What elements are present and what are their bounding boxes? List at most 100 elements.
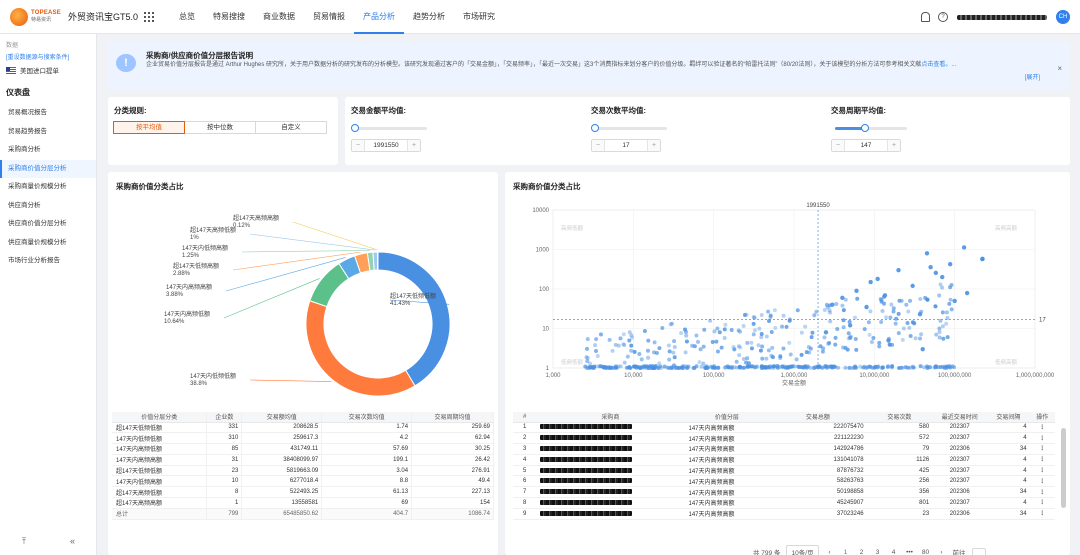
collapse-up-icon[interactable]: ⤒	[22, 536, 26, 547]
rt-buyer-cell[interactable]	[536, 508, 685, 520]
rt-header-0[interactable]: #	[513, 412, 537, 423]
sidebar-item-8[interactable]: 市场行业分析报告	[0, 252, 96, 271]
row-menu-icon[interactable]: ⋮	[1029, 497, 1055, 509]
notice-view-link[interactable]: 点击查看。...	[921, 62, 956, 68]
scatter-point-8[interactable]	[917, 312, 923, 317]
scatter-point-21[interactable]	[920, 346, 925, 352]
buyer-name-masked[interactable]	[540, 424, 633, 430]
scatter-point-13[interactable]	[830, 302, 835, 307]
rt-buyer-cell[interactable]	[536, 432, 685, 445]
row-menu-icon[interactable]: ⋮	[1029, 475, 1055, 488]
sidebar-item-5[interactable]: 供应商分析	[0, 197, 96, 216]
scatter-point-10[interactable]	[868, 279, 873, 285]
table-scrollbar[interactable]	[1061, 428, 1066, 508]
nav-item-1[interactable]: 特易搜搜	[204, 0, 254, 34]
pager-page-0[interactable]: 1	[841, 549, 851, 555]
rt-header-2[interactable]: 价值分层	[684, 412, 770, 423]
sidebar-item-0[interactable]: 贸易概况报告	[0, 104, 96, 123]
rule-option-0[interactable]: 按平均值	[113, 121, 185, 134]
rt-header-6[interactable]: 交易间隔	[987, 412, 1030, 423]
sidebar-item-3[interactable]: 采购商价值分层分析	[0, 159, 96, 178]
rt-header-3[interactable]: 交易总额	[769, 412, 867, 423]
nav-item-2[interactable]: 商业数据	[254, 0, 304, 34]
slider-track-1[interactable]	[591, 124, 667, 132]
nav-item-4[interactable]: 产品分析	[354, 0, 404, 34]
sidebar-item-6[interactable]: 供应商价值分层分析	[0, 215, 96, 234]
scatter-point-12[interactable]	[840, 295, 845, 300]
pager-goto-input[interactable]	[971, 547, 986, 555]
scatter-point-15[interactable]	[940, 274, 945, 280]
buyer-name-masked[interactable]	[540, 499, 633, 505]
rule-option-2[interactable]: 自定义	[255, 121, 327, 134]
collapse-sidebar-icon[interactable]: «	[70, 536, 75, 547]
sidebar-item-7[interactable]: 供应商量价规模分析	[0, 234, 96, 253]
scatter-point-20[interactable]	[886, 338, 891, 343]
rt-buyer-cell[interactable]	[536, 475, 685, 488]
slider-track-0[interactable]	[351, 124, 427, 132]
buyer-name-masked[interactable]	[540, 467, 633, 473]
row-menu-icon[interactable]: ⋮	[1029, 432, 1055, 445]
brand-logo[interactable]: TOPEASE 特易资讯	[10, 7, 62, 26]
pager-page-3[interactable]: 4	[889, 549, 899, 555]
slider-thumb-0[interactable]	[351, 124, 359, 132]
lt-header-3[interactable]: 交易次数均值	[321, 412, 413, 423]
scatter-point-5[interactable]	[933, 270, 939, 276]
rt-buyer-cell[interactable]	[536, 497, 685, 509]
stepper-value-1[interactable]: 17	[604, 140, 648, 151]
stepper-value-2[interactable]: 147	[844, 140, 888, 151]
stepper-plus-1[interactable]: +	[648, 140, 660, 151]
slider-thumb-1[interactable]	[591, 124, 599, 132]
rt-header-4[interactable]: 交易次数	[866, 412, 933, 423]
buyer-name-masked[interactable]	[540, 489, 633, 495]
stepper-plus-2[interactable]: +	[888, 140, 900, 151]
lt-header-1[interactable]: 企业数	[206, 412, 243, 423]
row-menu-icon[interactable]: ⋮	[1029, 465, 1055, 477]
close-icon[interactable]: ×	[1057, 64, 1062, 73]
scatter-point-6[interactable]	[928, 265, 933, 270]
notification-bell-icon[interactable]	[920, 12, 930, 22]
scatter-point-9[interactable]	[882, 293, 888, 298]
lt-header-2[interactable]: 交易额均值	[241, 412, 323, 423]
page-size-select[interactable]: 10条/页	[786, 545, 819, 555]
user-name-masked[interactable]	[957, 14, 1047, 20]
row-menu-icon[interactable]: ⋮	[1029, 508, 1055, 520]
rt-header-1[interactable]: 采购商	[536, 412, 685, 423]
nav-item-0[interactable]: 总览	[170, 0, 204, 34]
nav-item-6[interactable]: 市场研究	[454, 0, 504, 34]
market-selector[interactable]: 美国进口提单	[6, 65, 96, 75]
pager-prev[interactable]: ‹	[825, 549, 835, 555]
scatter-point-19[interactable]	[823, 330, 829, 335]
scatter-point-4[interactable]	[947, 261, 953, 267]
buyer-name-masked[interactable]	[540, 445, 633, 451]
scatter-point-17[interactable]	[864, 304, 869, 310]
donut-slice-7[interactable]	[376, 251, 379, 271]
scatter-point-23[interactable]	[875, 276, 880, 282]
scatter-point-1[interactable]	[980, 256, 985, 262]
stepper-minus-1[interactable]: −	[592, 140, 604, 151]
pager-next[interactable]: ›	[937, 549, 947, 555]
nav-item-3[interactable]: 贸易情报	[304, 0, 354, 34]
row-menu-icon[interactable]: ⋮	[1029, 454, 1055, 466]
donut-slice-1[interactable]	[305, 300, 416, 397]
avatar[interactable]: CH	[1056, 10, 1070, 24]
notice-expand-link[interactable]: [展开]	[1025, 72, 1040, 81]
lt-header-0[interactable]: 价值分层分类	[112, 412, 208, 423]
rt-buyer-cell[interactable]	[536, 486, 685, 499]
rt-header-5[interactable]: 最近交易时间	[932, 412, 988, 423]
pager-page-4[interactable]: •••	[905, 549, 915, 555]
scatter-point-3[interactable]	[961, 245, 967, 250]
rt-buyer-cell[interactable]	[536, 443, 685, 455]
donut-slice-6[interactable]	[372, 251, 379, 271]
pager-page-1[interactable]: 2	[857, 549, 867, 555]
donut-slice-0[interactable]	[377, 251, 451, 387]
scatter-point-18[interactable]	[847, 323, 853, 328]
buyer-name-masked[interactable]	[540, 510, 633, 516]
slider-track-2[interactable]	[835, 124, 907, 132]
rt-buyer-cell[interactable]	[536, 454, 685, 466]
rt-header-7[interactable]: 操作	[1029, 412, 1055, 423]
slider-thumb-2[interactable]	[861, 124, 870, 132]
row-menu-icon[interactable]: ⋮	[1029, 422, 1055, 434]
rt-buyer-cell[interactable]	[536, 422, 685, 434]
stepper-minus-2[interactable]: −	[832, 140, 844, 151]
stepper-minus-0[interactable]: −	[352, 140, 364, 151]
